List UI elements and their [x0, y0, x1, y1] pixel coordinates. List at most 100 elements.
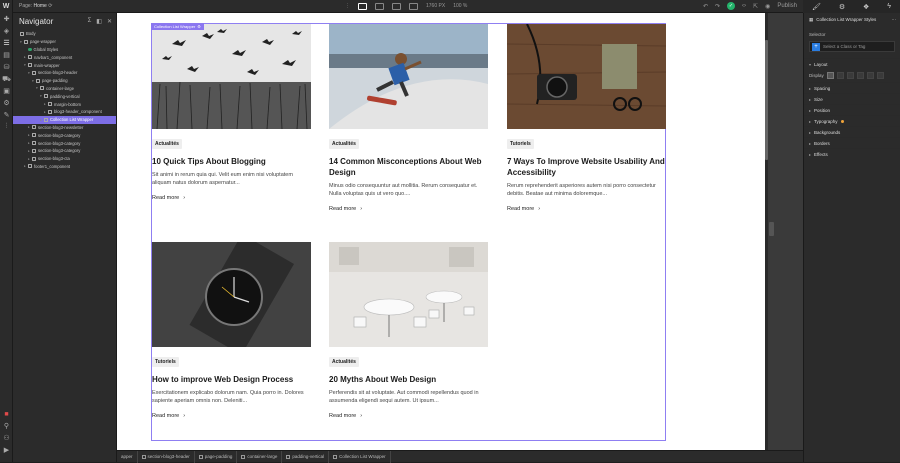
mobile-landscape-icon[interactable] — [392, 2, 401, 10]
blog-card[interactable]: Tutoriels How to improve Web Design Proc… — [152, 242, 311, 419]
users-icon[interactable]: ⚇ — [0, 432, 13, 444]
close-icon[interactable]: ✕ — [107, 18, 112, 25]
webflow-logo[interactable]: W — [0, 0, 13, 13]
style-brush-icon[interactable]: 🖌 — [812, 3, 821, 11]
breadcrumb-item[interactable]: apper — [117, 450, 138, 463]
alert-icon[interactable]: ■ — [0, 408, 13, 420]
navigator-icon[interactable]: ☰ — [0, 37, 13, 49]
read-more-link[interactable]: Read more › — [507, 206, 666, 212]
tree-item[interactable]: ▾ page-padding — [13, 77, 116, 85]
collapse-all-icon[interactable]: Σ — [88, 18, 92, 25]
read-more-link[interactable]: Read more › — [329, 206, 488, 212]
tablet-breakpoint-icon[interactable] — [375, 2, 384, 10]
preview-icon[interactable]: ◉ — [765, 3, 770, 10]
canvas-scrollbar-thumb[interactable] — [765, 40, 768, 160]
more-icon[interactable]: ⋮ — [345, 3, 350, 9]
tree-item[interactable]: ▾ container-large — [13, 85, 116, 93]
tree-item[interactable]: ▸ margin-bottom — [13, 100, 116, 108]
settings-gear-icon[interactable]: ⚙ — [839, 3, 845, 11]
read-more-link[interactable]: Read more › — [152, 195, 311, 201]
video-icon[interactable]: ▶ — [0, 444, 13, 456]
style-section-position[interactable]: ▸ Position — [804, 104, 900, 115]
tree-item[interactable]: ▾ page-wrapper — [13, 38, 116, 46]
style-manager-icon[interactable]: ✎ — [0, 109, 13, 121]
tree-item[interactable]: ▸ Collection List Wrapper — [13, 115, 116, 124]
breadcrumb-item[interactable]: page-padding — [195, 450, 238, 463]
tree-item[interactable]: ▾ padding-vertical — [13, 92, 116, 100]
style-section-effects[interactable]: ▸ Effects — [804, 148, 900, 159]
tree-item[interactable]: ▸ section-blog3-cta — [13, 155, 116, 163]
card-title[interactable]: 14 Common Misconceptions About Web Desig… — [329, 156, 488, 178]
style-section-size[interactable]: ▸ Size — [804, 93, 900, 104]
blog-card[interactable]: Actualités 20 Myths About Web Design Per… — [329, 242, 488, 419]
display-block-icon[interactable] — [826, 72, 834, 79]
element-box-icon — [28, 55, 32, 60]
card-title[interactable]: 10 Quick Tips About Blogging — [152, 156, 311, 167]
dock-icon[interactable]: ◧ — [96, 18, 102, 25]
tree-item[interactable]: ▸ footer1_component — [13, 163, 116, 171]
audit-icon[interactable]: ⫶ — [0, 121, 13, 133]
style-section-typography[interactable]: ▸ Typography — [804, 115, 900, 126]
desktop-breakpoint-icon[interactable] — [358, 2, 367, 10]
ecommerce-icon[interactable]: ⛟ — [0, 73, 13, 85]
resize-handle[interactable] — [769, 222, 774, 236]
redo-icon[interactable]: ↷ — [715, 3, 720, 10]
tree-item[interactable]: Body — [13, 30, 116, 38]
read-more-link[interactable]: Read more › — [152, 413, 311, 419]
tree-item[interactable]: ▸ blog3-header_component — [13, 108, 116, 116]
card-title[interactable]: How to improve Web Design Process — [152, 374, 311, 385]
card-title[interactable]: 20 Myths About Web Design — [329, 374, 488, 385]
assets-icon[interactable]: ▣ — [0, 85, 13, 97]
export-icon[interactable]: ⇱ — [753, 3, 758, 10]
lightning-icon[interactable]: ϟ — [887, 3, 891, 10]
tree-item[interactable]: Global Styles — [13, 46, 116, 54]
tree-item[interactable]: ▸ section-blog3-category — [13, 139, 116, 147]
card-title[interactable]: 7 Ways To Improve Website Usability And … — [507, 156, 666, 178]
style-section-spacing[interactable]: ▸ Spacing — [804, 82, 900, 93]
breadcrumb-item[interactable]: Collection List Wrapper — [329, 450, 391, 463]
display-inline-icon[interactable] — [866, 72, 874, 79]
tree-item[interactable]: ▾ section-blog3-header — [13, 69, 116, 77]
page-selector[interactable]: Page: Home ⟳ — [19, 3, 52, 9]
tree-item-label: section-blog3-header — [38, 70, 78, 76]
tree-item[interactable]: ▾ main-wrapper — [13, 61, 116, 69]
display-none-icon[interactable] — [876, 72, 884, 79]
interactions-icon[interactable]: ❖ — [863, 3, 869, 11]
breadcrumb-item[interactable]: container-large — [237, 450, 283, 463]
undo-icon[interactable]: ↶ — [703, 3, 708, 10]
search-icon[interactable]: ⚲ — [0, 420, 13, 432]
blog-card[interactable]: Actualités 10 Quick Tips About Blogging … — [152, 24, 311, 201]
read-more-link[interactable]: Read more › — [329, 413, 488, 419]
symbols-icon[interactable]: ◈ — [0, 25, 13, 37]
breadcrumb-item[interactable]: section-blog3-header — [138, 450, 195, 463]
blog-card[interactable]: Tutoriels 7 Ways To Improve Website Usab… — [507, 24, 666, 212]
mobile-portrait-icon[interactable] — [409, 2, 418, 10]
add-class-icon[interactable]: + — [812, 42, 820, 51]
settings-icon[interactable]: ⚙ — [0, 97, 13, 109]
add-panel-icon[interactable]: ✚ — [0, 13, 13, 25]
tree-item[interactable]: ▸ navbar1_component — [13, 53, 116, 61]
blog-card[interactable]: Actualités 14 Common Misconceptions Abou… — [329, 24, 488, 212]
display-inline-block-icon[interactable] — [856, 72, 864, 79]
style-section-borders[interactable]: ▸ Borders — [804, 137, 900, 148]
publish-button[interactable]: Publish — [777, 3, 797, 9]
breadcrumb-item[interactable]: padding-vertical — [282, 450, 330, 463]
layout-section-header[interactable]: ▾ Layout — [804, 58, 900, 69]
tree-item[interactable]: ▸ section-blog3-category — [13, 131, 116, 139]
selected-element-label[interactable]: Collection List Wrapper ⚙ — [151, 23, 204, 30]
display-flex-icon[interactable] — [836, 72, 844, 79]
style-section-label: Backgrounds — [814, 129, 841, 135]
style-section-backgrounds[interactable]: ▸ Backgrounds — [804, 126, 900, 137]
style-panel-title: Collection List Wrapper Styles — [816, 17, 877, 22]
cms-icon[interactable]: ⛁ — [0, 61, 13, 73]
tree-item[interactable]: ▸ section-blog3-category — [13, 147, 116, 155]
more-options-icon[interactable]: ⋯ — [892, 17, 897, 23]
settings-icon[interactable]: ⚙ — [197, 24, 201, 29]
class-selector-input[interactable]: + Select a Class or Tag — [809, 41, 895, 52]
tree-item[interactable]: ▸ section-blog3-newsletter — [13, 124, 116, 132]
pages-icon[interactable]: ▤ — [0, 49, 13, 61]
code-icon[interactable]: ‹› — [742, 3, 746, 9]
display-grid-icon[interactable] — [846, 72, 854, 79]
zoom-level: 100 % — [453, 3, 468, 9]
refresh-icon[interactable]: ⟳ — [48, 3, 52, 9]
